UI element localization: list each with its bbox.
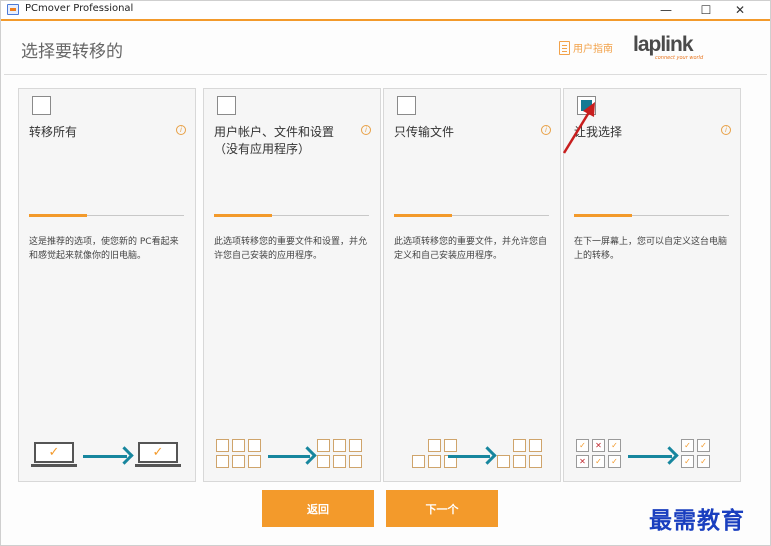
- camera-icon: [428, 455, 441, 468]
- annotation-arrow-icon: [562, 102, 595, 154]
- option-description: 这是推荐的选项，使您新的 PC看起来和感觉起来就像你的旧电脑。: [29, 237, 179, 261]
- info-icon[interactable]: i: [361, 125, 371, 135]
- divider-accent: [394, 214, 452, 217]
- check-icon: ✓: [681, 439, 694, 452]
- selection-grid-icon: ✓ ✕ ✓ ✕ ✓ ✓: [576, 439, 621, 468]
- camera-icon: [513, 455, 526, 468]
- folder-icon: [333, 439, 346, 452]
- illustration: ✓ ✓: [19, 437, 197, 473]
- option-card-users-files-settings[interactable]: 用户帐户、文件和设置（没有应用程序） i 此选项转移您的重要文件和设置，并允许您…: [203, 88, 381, 482]
- document-icon: [497, 455, 510, 468]
- mail-icon: [529, 439, 542, 452]
- window-title: PCmover Professional: [25, 3, 134, 14]
- file-types-icon: [216, 439, 261, 468]
- check-icon: ✓: [608, 439, 621, 452]
- mail-icon: [248, 439, 261, 452]
- arrow-right-icon: [83, 455, 127, 458]
- title-accent-line: [1, 19, 770, 21]
- check-icon: ✓: [592, 455, 605, 468]
- option-checkbox[interactable]: [397, 96, 416, 115]
- laplink-logo: laplink connect your world: [633, 33, 715, 65]
- user-guide-link[interactable]: 用户指南: [559, 40, 613, 55]
- option-title: 只传输文件: [394, 125, 455, 139]
- laptop-icon: ✓: [31, 442, 77, 468]
- app-icon: [7, 4, 19, 15]
- music-icon: [349, 455, 362, 468]
- document-icon: [317, 455, 330, 468]
- title-bar: PCmover Professional — ☐ ✕: [1, 1, 770, 19]
- page-title: 选择要转移的: [21, 42, 123, 62]
- illustration: [204, 437, 382, 473]
- minimize-button[interactable]: —: [651, 1, 681, 19]
- arrow-right-icon: [448, 455, 490, 458]
- check-icon: ✓: [576, 439, 589, 452]
- user-guide-label: 用户指南: [573, 44, 613, 55]
- laptop-icon: ✓: [135, 442, 181, 468]
- folder-icon: [513, 439, 526, 452]
- camera-icon: [232, 455, 245, 468]
- mail-icon: [349, 439, 362, 452]
- back-button[interactable]: 返回: [262, 490, 374, 527]
- illustration: [384, 437, 562, 473]
- option-title: 用户帐户、文件和设置（没有应用程序）: [214, 125, 335, 156]
- document-icon: [216, 455, 229, 468]
- folder-icon: [232, 439, 245, 452]
- cross-icon: ✕: [576, 455, 589, 468]
- file-types-icon: [412, 439, 457, 468]
- option-description: 此选项转移您的重要文件和设置，并允许您自己安装的应用程序。: [214, 237, 368, 261]
- file-types-icon: [317, 439, 362, 468]
- divider-accent: [29, 214, 87, 217]
- info-icon[interactable]: i: [176, 125, 186, 135]
- close-button[interactable]: ✕: [725, 1, 755, 19]
- watermark: 最需教育: [649, 507, 745, 534]
- selection-grid-icon: ✓ ✓ ✓ ✓: [681, 439, 710, 468]
- option-card-transfer-all[interactable]: 转移所有 i 这是推荐的选项，使您新的 PC看起来和感觉起来就像你的旧电脑。 ✓…: [18, 88, 196, 482]
- divider-accent: [574, 214, 632, 217]
- option-card-files-only[interactable]: 只传输文件 i 此选项转移您的重要文件，并允许您自定义和自己安装应用程序。: [383, 88, 561, 482]
- user-icon: [317, 439, 330, 452]
- maximize-button[interactable]: ☐: [691, 1, 721, 19]
- camera-icon: [333, 455, 346, 468]
- music-icon: [248, 455, 261, 468]
- option-checkbox[interactable]: [32, 96, 51, 115]
- folder-icon: [428, 439, 441, 452]
- user-icon: [216, 439, 229, 452]
- logo-tagline: connect your world: [655, 55, 704, 61]
- app-window: PCmover Professional — ☐ ✕ 选择要转移的 用户指南 l…: [0, 0, 771, 546]
- document-icon: [412, 455, 425, 468]
- music-icon: [529, 455, 542, 468]
- divider-accent: [214, 214, 272, 217]
- option-checkbox[interactable]: [217, 96, 236, 115]
- arrow-right-icon: [628, 455, 672, 458]
- document-icon: [559, 40, 570, 55]
- mail-icon: [444, 439, 457, 452]
- illustration: ✓ ✕ ✓ ✕ ✓ ✓ ✓ ✓ ✓ ✓: [564, 437, 742, 473]
- arrow-right-icon: [268, 455, 310, 458]
- info-icon[interactable]: i: [721, 125, 731, 135]
- option-title: 转移所有: [29, 125, 78, 139]
- info-icon[interactable]: i: [541, 125, 551, 135]
- option-description: 在下一屏幕上，您可以自定义这台电脑上的转移。: [574, 237, 728, 261]
- next-button[interactable]: 下一个: [386, 490, 498, 527]
- file-types-icon: [497, 439, 542, 468]
- cross-icon: ✕: [592, 439, 605, 452]
- logo-text: laplink: [633, 33, 694, 56]
- header-divider: [4, 74, 767, 75]
- check-icon: ✓: [681, 455, 694, 468]
- check-icon: ✓: [608, 455, 621, 468]
- check-icon: ✓: [697, 439, 710, 452]
- option-description: 此选项转移您的重要文件，并允许您自定义和自己安装应用程序。: [394, 237, 548, 261]
- check-icon: ✓: [697, 455, 710, 468]
